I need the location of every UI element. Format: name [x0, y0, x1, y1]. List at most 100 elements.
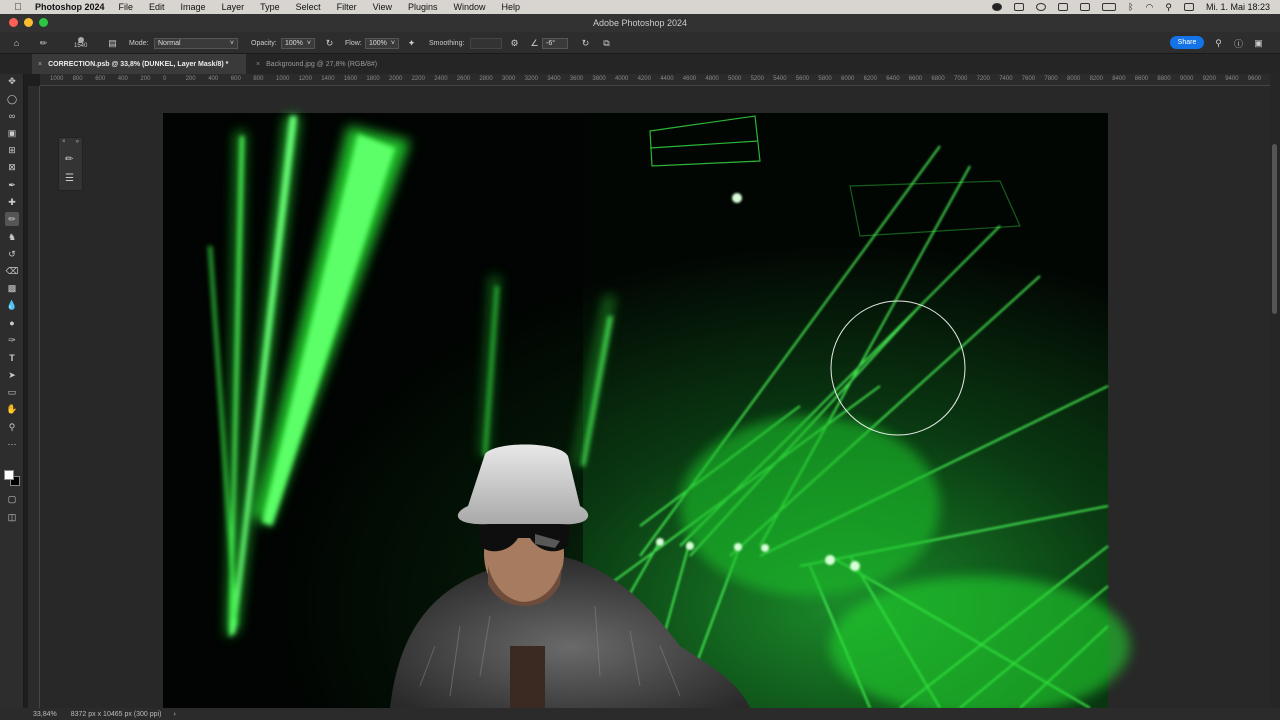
workspace-icon[interactable]: ▣: [1253, 32, 1264, 54]
zoom-tool-icon[interactable]: ⚲: [5, 420, 19, 434]
airdrop-icon[interactable]: [1036, 3, 1047, 11]
menu-filter[interactable]: Filter: [337, 2, 357, 12]
brush-tool-icon[interactable]: ✏: [5, 212, 19, 226]
more-tools-icon[interactable]: ⋯: [5, 437, 19, 451]
tab-label: Background.jpg @ 27,8% (RGB/8#): [266, 60, 378, 68]
collapse-panel-icon[interactable]: ×: [62, 139, 66, 145]
ruler-tick-label: 9600: [1247, 76, 1262, 82]
menubar-clock[interactable]: Mi. 1. Mai 18:23: [1206, 2, 1270, 12]
close-tab-icon[interactable]: ×: [256, 61, 260, 68]
history-brush-tool-icon[interactable]: ↺: [5, 247, 19, 261]
airbrush-icon[interactable]: ✦: [406, 32, 417, 54]
pressure-opacity-icon[interactable]: ↻: [324, 32, 335, 54]
opacity-field[interactable]: 100% ˅: [281, 32, 315, 54]
vertical-ruler[interactable]: [28, 86, 40, 708]
menu-layer[interactable]: Layer: [222, 2, 245, 12]
record-icon[interactable]: [992, 3, 1003, 11]
status-chevron-icon[interactable]: ›: [173, 711, 175, 718]
type-tool-icon[interactable]: T: [5, 351, 19, 365]
frame-tool-icon[interactable]: ⊠: [5, 160, 19, 174]
brush-settings-icon[interactable]: ▤: [107, 32, 118, 54]
spotlight-icon[interactable]: ⚲: [1165, 2, 1172, 13]
chevron-down-icon: ˅: [229, 39, 234, 47]
ruler-tick-label: 8200: [1089, 76, 1103, 82]
ruler-tick-label: 5800: [818, 76, 832, 82]
expand-panel-icon[interactable]: »: [76, 139, 79, 145]
ruler-tick-label: 3400: [547, 76, 561, 82]
quick-mask-icon[interactable]: ▢: [5, 492, 19, 506]
horizontal-ruler[interactable]: 1000 800 600 400 200 0 200 400 600 800 1000 1200 140…: [40, 74, 1270, 86]
menu-file[interactable]: File: [119, 2, 134, 12]
home-icon[interactable]: ⌂: [11, 32, 22, 54]
healing-brush-tool-icon[interactable]: ✚: [5, 195, 19, 209]
display-icon[interactable]: [1014, 3, 1025, 11]
menu-edit[interactable]: Edit: [149, 2, 165, 12]
rectangle-tool-icon[interactable]: ▭: [5, 385, 19, 399]
ruler-tick-label: 1000: [50, 76, 64, 82]
foreground-color-swatch[interactable]: [4, 470, 14, 480]
eraser-tool-icon[interactable]: ⌫: [5, 264, 19, 278]
ruler-tick-label: 8000: [1067, 76, 1081, 82]
pen-tool-icon[interactable]: ✑: [5, 333, 19, 347]
smoothing-field[interactable]: [470, 32, 502, 54]
dodge-tool-icon[interactable]: ●: [5, 316, 19, 330]
canvas-workspace[interactable]: [40, 86, 1270, 708]
canvas-image[interactable]: [40, 86, 1270, 708]
hand-tool-icon[interactable]: ✋: [5, 402, 19, 416]
menu-view[interactable]: View: [373, 2, 392, 12]
mini-panel: × » ✏ ☰: [58, 137, 83, 191]
screen-mode-icon[interactable]: ◫: [5, 510, 19, 524]
lasso-tool-icon[interactable]: ∞: [5, 109, 19, 123]
ruler-tick-label: 9000: [1180, 76, 1194, 82]
menu-image[interactable]: Image: [181, 2, 206, 12]
close-tab-icon[interactable]: ×: [38, 61, 42, 68]
brush-settings-panel-icon[interactable]: ✏: [65, 154, 73, 165]
options-bar: ⌂ ✏ 1540 ▤ Mode: Normal ˅ Opacity: 100% ˅ …: [0, 32, 1280, 54]
menu-help[interactable]: Help: [502, 2, 521, 12]
mode-select[interactable]: Normal ˅: [154, 32, 238, 54]
ruler-tick-label: 3000: [502, 76, 516, 82]
battery-icon[interactable]: [1102, 3, 1117, 11]
zoom-level[interactable]: 33,84%: [33, 711, 57, 718]
move-tool-icon[interactable]: ✥: [5, 74, 19, 88]
bluetooth-icon[interactable]: ᛒ: [1128, 2, 1133, 12]
control-center-icon[interactable]: [1183, 3, 1194, 11]
document-tabs: × CORRECTION.psb @ 33,8% (DUNKEL, Layer …: [0, 54, 1280, 74]
blur-tool-icon[interactable]: 💧: [5, 298, 19, 312]
path-selection-tool-icon[interactable]: ➤: [5, 368, 19, 382]
menu-plugins[interactable]: Plugins: [408, 2, 438, 12]
extension-icon[interactable]: [1080, 3, 1091, 11]
eyedropper-tool-icon[interactable]: ✒: [5, 178, 19, 192]
ruler-tick-label: 5400: [773, 76, 787, 82]
help-icon[interactable]: ⓘ: [1233, 32, 1244, 54]
tab-background[interactable]: × Background.jpg @ 27,8% (RGB/8#): [250, 54, 410, 74]
scroll-thumb[interactable]: [1272, 144, 1277, 314]
keyboard-icon[interactable]: [1058, 3, 1069, 11]
brush-size-picker[interactable]: 1540: [74, 32, 87, 54]
pressure-size-icon[interactable]: ↻: [580, 32, 591, 54]
flow-field[interactable]: 100% ˅: [365, 32, 399, 54]
angle-field[interactable]: -6°: [542, 32, 568, 54]
crop-tool-icon[interactable]: ⊞: [5, 143, 19, 157]
ruler-tick-label: 8400: [1112, 76, 1126, 82]
gradient-tool-icon[interactable]: ▩: [5, 281, 19, 295]
clone-stamp-tool-icon[interactable]: ♞: [5, 230, 19, 244]
app-menu[interactable]: Photoshop 2024: [35, 2, 105, 12]
share-button[interactable]: Share: [1170, 36, 1204, 49]
search-icon[interactable]: ⚲: [1213, 32, 1224, 54]
wifi-icon[interactable]: ◠: [1146, 2, 1154, 13]
menu-window[interactable]: Window: [454, 2, 486, 12]
object-selection-tool-icon[interactable]: ▣: [5, 126, 19, 140]
tab-correction[interactable]: × CORRECTION.psb @ 33,8% (DUNKEL, Layer …: [32, 54, 246, 74]
vertical-scrollbar[interactable]: [1270, 74, 1280, 708]
symmetry-icon[interactable]: ⧉: [601, 32, 612, 54]
apple-icon[interactable]: : [11, 2, 25, 13]
mode-select-value: Normal: [158, 39, 181, 47]
menu-type[interactable]: Type: [260, 2, 280, 12]
menu-select[interactable]: Select: [296, 2, 321, 12]
marquee-tool-icon[interactable]: ◯: [5, 92, 19, 106]
brush-tool-preset-icon[interactable]: ✏: [38, 32, 49, 54]
gear-icon[interactable]: ⚙: [509, 32, 520, 54]
ruler-tick-label: 0: [163, 76, 167, 82]
adjustments-panel-icon[interactable]: ☰: [65, 173, 74, 184]
